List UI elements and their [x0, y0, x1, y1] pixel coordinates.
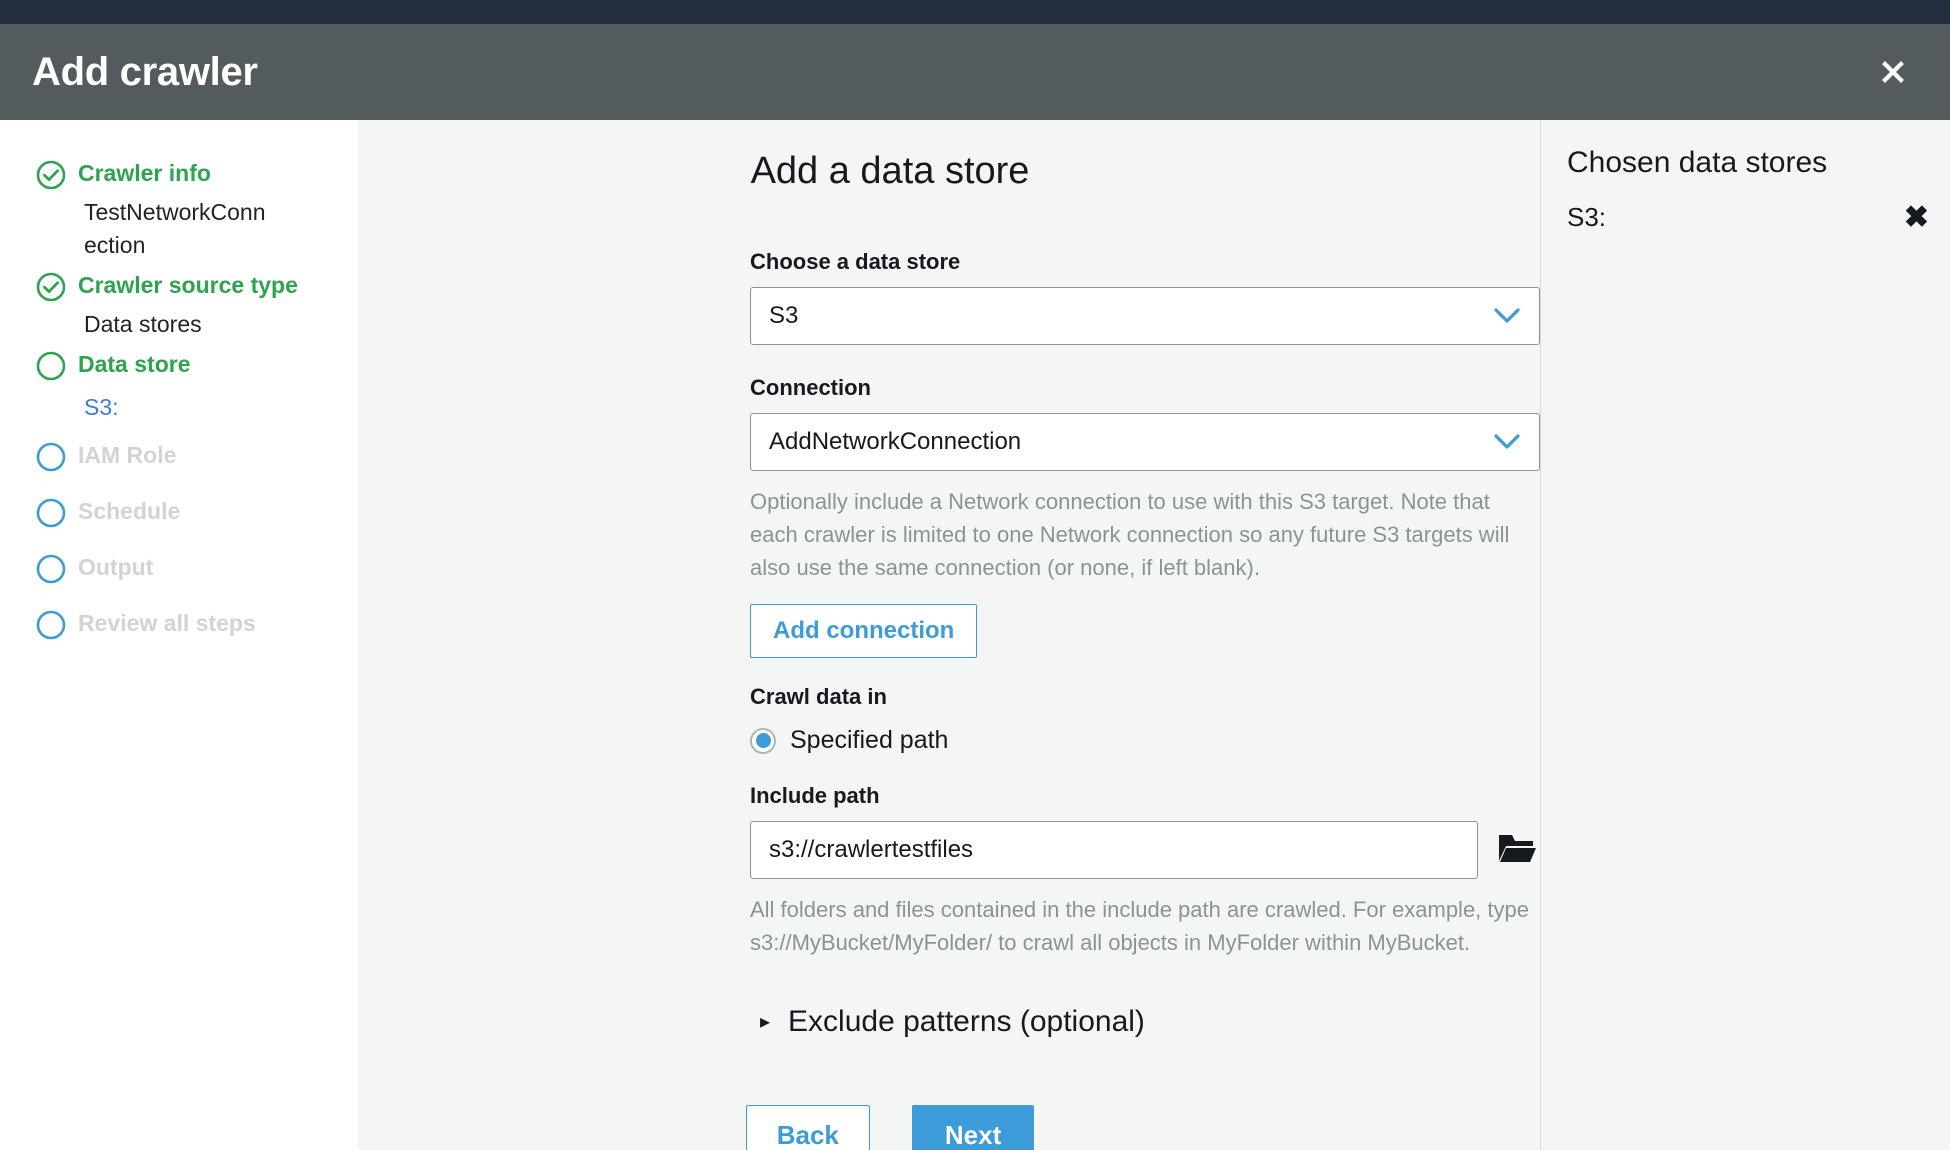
data-store-label: Choose a data store: [750, 249, 961, 274]
chosen-data-store-item: S3: ✖: [1567, 202, 1943, 233]
chosen-data-stores-title: Chosen data stores: [1567, 146, 1828, 179]
radio-icon: [750, 727, 776, 754]
check-circle-icon: [36, 160, 66, 190]
connection-help-text: Optionally include a Network connection …: [750, 489, 1510, 580]
sidebar-item-data-store[interactable]: Data store: [0, 349, 358, 381]
main-heading: Add a data store: [750, 150, 1030, 192]
aws-top-strip: [0, 0, 1950, 24]
empty-circle-icon: [36, 554, 66, 584]
sidebar-substep-data-stores: Data stores: [84, 311, 202, 337]
sidebar-item-label: Crawler info: [78, 160, 211, 186]
specified-path-label: Specified path: [790, 726, 949, 754]
data-store-value: S3: [769, 302, 799, 329]
chevron-down-icon: [1493, 307, 1521, 325]
chevron-right-icon: ▸: [760, 1011, 771, 1033]
folder-open-icon[interactable]: [1498, 831, 1538, 870]
sidebar-item-label: Review all steps: [78, 610, 256, 636]
chosen-data-store-name: S3:: [1567, 202, 1607, 232]
include-path-row: [750, 821, 1540, 879]
sidebar-substep-crawler-name: TestNetworkConnection: [84, 199, 266, 258]
data-store-select[interactable]: S3: [750, 287, 1540, 345]
sidebar-item-output[interactable]: Output: [0, 552, 358, 584]
connection-select[interactable]: AddNetworkConnection: [750, 413, 1540, 471]
empty-circle-icon: [36, 498, 66, 528]
connection-value: AddNetworkConnection: [769, 428, 1022, 455]
main-content: Add a data store Choose a data store S3 …: [358, 120, 1541, 1150]
wizard-steps-sidebar: Crawler info TestNetworkConnection Crawl…: [0, 120, 358, 1150]
sidebar-item-label: IAM Role: [78, 442, 177, 468]
crawl-data-in-label: Crawl data in: [750, 684, 887, 709]
remove-data-store-icon[interactable]: ✖: [1904, 202, 1943, 233]
next-button[interactable]: Next: [911, 1105, 1035, 1150]
empty-circle-icon: [36, 351, 66, 381]
wizard-navigation: Back Next: [358, 1105, 1540, 1150]
connection-label: Connection: [750, 375, 871, 400]
check-circle-icon: [36, 272, 66, 302]
modal-header: Add crawler: [0, 24, 1950, 120]
sidebar-item-schedule[interactable]: Schedule: [0, 496, 358, 528]
sidebar-item-label: Data store: [78, 351, 191, 377]
sidebar-item-review-all-steps[interactable]: Review all steps: [0, 608, 358, 640]
sidebar-item-label: Schedule: [78, 498, 181, 524]
sidebar-item-crawler-info[interactable]: Crawler info: [0, 158, 358, 190]
exclude-patterns-label: Exclude patterns (optional): [788, 1005, 1145, 1038]
page-title: Add crawler: [32, 49, 258, 94]
add-connection-button[interactable]: Add connection: [750, 604, 978, 658]
include-path-help-text: All folders and files contained in the i…: [750, 897, 1529, 955]
include-path-input[interactable]: [750, 821, 1478, 879]
specified-path-radio[interactable]: Specified path: [750, 726, 1540, 755]
back-button[interactable]: Back: [745, 1105, 870, 1150]
sidebar-item-crawler-source-type[interactable]: Crawler source type: [0, 270, 358, 302]
chevron-down-icon: [1493, 433, 1521, 451]
empty-circle-icon: [36, 442, 66, 472]
close-icon[interactable]: [1872, 51, 1914, 93]
data-store-form: Choose a data store S3 Connection AddNet…: [750, 249, 1540, 1039]
sidebar-item-iam-role[interactable]: IAM Role: [0, 440, 358, 472]
modal-body: Crawler info TestNetworkConnection Crawl…: [0, 120, 1950, 1150]
empty-circle-icon: [36, 610, 66, 640]
sidebar-item-label: Output: [78, 554, 154, 580]
chosen-data-stores-panel: Chosen data stores S3: ✖: [1541, 120, 1950, 1150]
include-path-label: Include path: [750, 783, 880, 808]
sidebar-substep-s3[interactable]: S3:: [0, 391, 358, 424]
exclude-patterns-disclosure[interactable]: ▸ Exclude patterns (optional): [750, 1005, 1540, 1039]
sidebar-item-label: Crawler source type: [78, 272, 298, 298]
